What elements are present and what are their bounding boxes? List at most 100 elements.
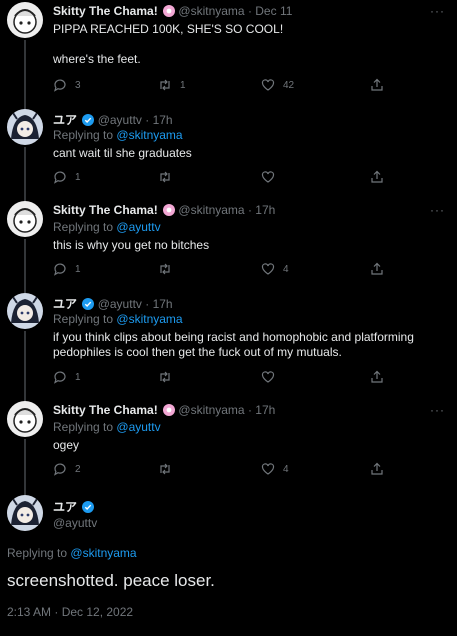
replying-label: Replying to [7,546,68,560]
retweet-button[interactable] [158,170,172,184]
tweet-text: if you think clips about being racist an… [53,330,448,360]
display-name[interactable]: ユア [53,500,77,514]
mention-link[interactable]: @skitnyama [70,546,136,560]
thread-line [24,40,26,105]
flower-badge-icon [163,5,176,17]
display-name[interactable]: ユア [53,297,77,311]
main-tweet-header: ユア [53,498,95,515]
thread-line [24,331,26,397]
handle[interactable]: @skitnyama [178,4,244,18]
tweet-header: Skitty The Chama! @skitnyama · 17h [53,403,275,417]
replying-label: Replying to [53,220,114,234]
main-tweet-text: screenshotted. peace loser. [7,571,215,590]
mention-link[interactable]: @skitnyama [116,128,182,142]
thread-line [24,439,26,489]
share-button[interactable] [370,370,384,384]
more-icon[interactable]: ··· [430,403,445,417]
display-name[interactable]: Skitty The Chama! [53,403,158,417]
mention-link[interactable]: @ayuttv [116,420,160,434]
main-tweet-timestamp[interactable]: 2:13 AM · Dec 12, 2022 [7,605,133,619]
mention-link[interactable]: @skitnyama [116,312,182,326]
reply-icon [53,171,66,184]
tweet-text: cant wait til she graduates [53,146,448,161]
display-name[interactable]: Skitty The Chama! [53,203,158,217]
replying-label: Replying to [53,420,114,434]
like-button[interactable]: 4 [261,462,289,476]
like-button[interactable]: 42 [261,78,294,92]
action-bar: 1 [53,170,393,186]
replying-to: Replying to @skitnyama [7,546,137,560]
avatar[interactable] [7,495,43,531]
mention-link[interactable]: @ayuttv [116,220,160,234]
more-icon[interactable]: ··· [430,203,445,217]
reply-button[interactable]: 1 [53,170,81,184]
flower-badge-icon [163,404,176,416]
avatar[interactable] [7,401,43,437]
reply-button[interactable]: 1 [53,262,81,276]
like-button[interactable]: 4 [261,262,289,276]
tweet-text-line: cant wait til she graduates [53,146,192,160]
share-icon [371,78,383,91]
thread-line [24,239,26,289]
tweet-text-line [53,37,448,52]
thread-line [24,147,26,197]
tweet-4[interactable]: Skitty The Chama! @skitnyama · 17h ··· R… [0,397,457,489]
replying-label: Replying to [53,128,114,142]
retweet-icon [160,171,170,183]
tweet-text-line: PIPPA REACHED 100K, SHE'S SO COOL! [53,22,284,36]
tweet-2[interactable]: Skitty The Chama! @skitnyama · 17h ··· R… [0,197,457,289]
timestamp[interactable]: · 17h [248,203,275,217]
share-button[interactable] [370,462,384,476]
timestamp[interactable]: · 17h [248,403,275,417]
timestamp[interactable]: · 17h [145,297,172,311]
reply-count: 1 [75,371,81,383]
avatar[interactable] [7,293,43,329]
share-icon [371,262,383,275]
reply-button[interactable]: 3 [53,78,81,92]
reply-icon [53,263,66,276]
like-icon [261,79,275,91]
retweet-button[interactable] [158,462,172,476]
retweet-button[interactable] [158,262,172,276]
like-icon [261,371,275,383]
tweet-3[interactable]: ユア @ayuttv · 17h Replying to @skitnyama … [0,289,457,397]
display-name[interactable]: ユア [53,113,77,127]
handle[interactable]: @skitnyama [178,203,244,217]
timestamp[interactable]: · Dec 11 [248,4,292,18]
share-button[interactable] [370,78,384,92]
reply-count: 3 [75,79,81,91]
avatar[interactable] [7,109,43,145]
verified-icon [82,501,95,513]
tweet-text: PIPPA REACHED 100K, SHE'S SO COOL! where… [53,22,448,67]
more-icon[interactable]: ··· [430,4,445,18]
display-name[interactable]: Skitty The Chama! [53,4,158,18]
replying-to: Replying to @skitnyama [53,312,183,326]
share-button[interactable] [370,170,384,184]
retweet-button[interactable] [158,370,172,384]
like-button[interactable] [261,370,275,384]
retweet-icon [160,79,170,91]
tweet-0[interactable]: Skitty The Chama! @skitnyama · Dec 11 ··… [0,0,457,105]
like-icon [261,463,275,475]
thread-line [24,289,26,293]
thread-line [24,197,26,201]
handle[interactable]: @skitnyama [178,403,244,417]
replying-to: Replying to @ayuttv [53,420,161,434]
tweet-1[interactable]: ユア @ayuttv · 17h Replying to @skitnyama … [0,105,457,197]
handle[interactable]: @ayuttv [98,113,142,127]
share-button[interactable] [370,262,384,276]
retweet-button[interactable]: 1 [158,78,186,92]
avatar[interactable] [7,2,43,38]
timestamp[interactable]: · 17h [145,113,172,127]
handle[interactable]: @ayuttv [53,516,97,530]
tweet-text-line: pedophiles is cool then get the fuck out… [53,345,342,359]
like-icon [261,263,275,275]
like-button[interactable] [261,170,275,184]
avatar[interactable] [7,201,43,237]
reply-button[interactable]: 1 [53,370,81,384]
like-count: 4 [283,463,289,475]
reply-icon [53,79,66,92]
handle[interactable]: @ayuttv [98,297,142,311]
reply-button[interactable]: 2 [53,462,81,476]
like-icon [261,171,275,183]
